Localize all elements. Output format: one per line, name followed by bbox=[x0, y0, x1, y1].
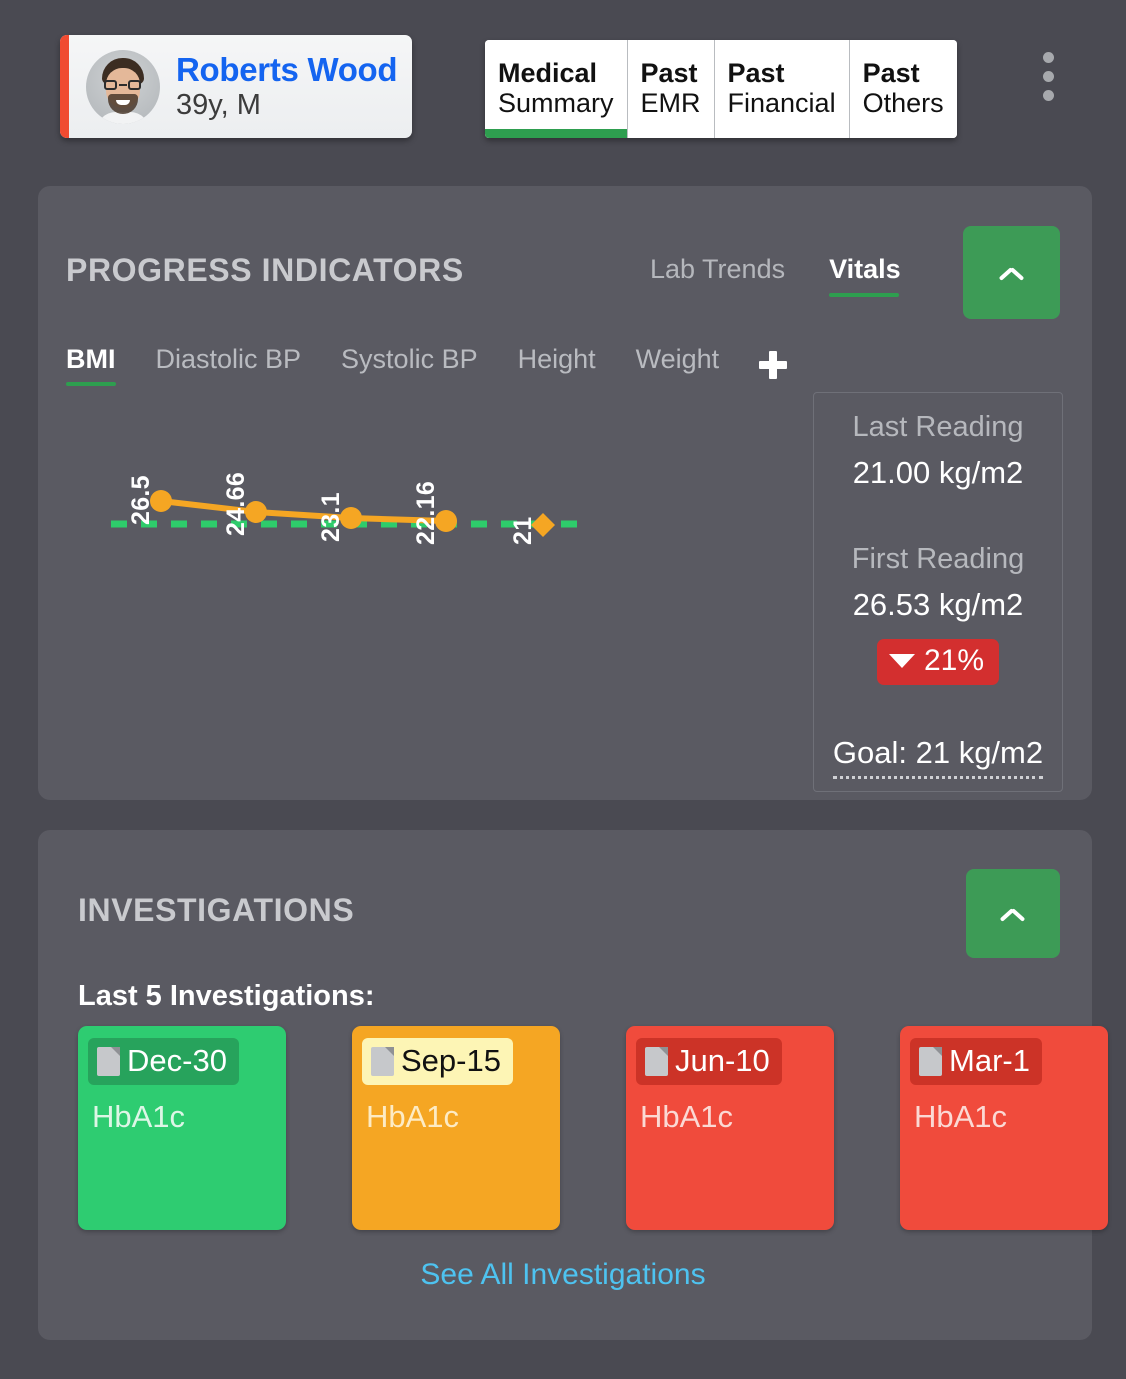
segment-lab-trends[interactable]: Lab Trends bbox=[650, 254, 785, 297]
patient-status-accent bbox=[60, 35, 69, 138]
investigation-date-pill: Jun-10 bbox=[636, 1038, 782, 1085]
progress-indicators-title: PROGRESS INDICATORS bbox=[66, 252, 464, 289]
document-icon bbox=[371, 1047, 394, 1076]
tab-past-emr[interactable]: Past EMR bbox=[628, 40, 715, 138]
first-reading-label: First Reading bbox=[852, 543, 1024, 576]
segment-vitals[interactable]: Vitals bbox=[829, 254, 901, 297]
investigations-title: INVESTIGATIONS bbox=[78, 892, 354, 929]
top-bar: Roberts Wood 39y, M Medical Summary Past… bbox=[0, 0, 1126, 160]
document-icon bbox=[97, 1047, 120, 1076]
avatar bbox=[86, 50, 160, 124]
last-investigations-label: Last 5 Investigations: bbox=[78, 980, 375, 1013]
tab-label-line1: Past bbox=[863, 58, 944, 88]
tab-past-others[interactable]: Past Others bbox=[850, 40, 957, 138]
investigation-card[interactable]: Jun-10 HbA1c bbox=[626, 1026, 834, 1230]
triangle-down-icon bbox=[889, 654, 915, 668]
tab-medical-summary[interactable]: Medical Summary bbox=[485, 40, 628, 138]
tab-label-line1: Medical bbox=[498, 58, 614, 88]
tab-label-line2: Financial bbox=[728, 88, 836, 118]
vital-tab-systolic-bp[interactable]: Systolic BP bbox=[341, 344, 478, 386]
investigation-card-list: Dec-30 HbA1c Sep-15 HbA1c Jun-10 HbA1c M… bbox=[78, 1026, 1108, 1230]
data-label-1: 26.5 bbox=[127, 475, 156, 525]
investigation-date-pill: Sep-15 bbox=[362, 1038, 513, 1085]
last-reading-value: 21.00 kg/m2 bbox=[853, 455, 1024, 491]
data-label-goal: 21 bbox=[509, 517, 538, 545]
data-label-3: 23.1 bbox=[317, 492, 346, 542]
see-all-investigations-link[interactable]: See All Investigations bbox=[0, 1258, 1126, 1292]
data-label-4: 22.16 bbox=[412, 481, 441, 545]
investigation-card[interactable]: Dec-30 HbA1c bbox=[78, 1026, 286, 1230]
patient-card[interactable]: Roberts Wood 39y, M bbox=[60, 35, 412, 138]
last-reading-label: Last Reading bbox=[853, 411, 1024, 444]
tab-label-line1: Past bbox=[728, 58, 836, 88]
tab-label-line2: EMR bbox=[641, 88, 701, 118]
investigation-date: Dec-30 bbox=[127, 1043, 227, 1079]
progress-collapse-button[interactable] bbox=[963, 226, 1060, 319]
chevron-up-icon bbox=[999, 266, 1025, 280]
vital-tab-bar: BMI Diastolic BP Systolic BP Height Weig… bbox=[66, 344, 787, 386]
document-icon bbox=[919, 1047, 942, 1076]
investigation-date: Jun-10 bbox=[675, 1043, 770, 1079]
goal-value: Goal: 21 kg/m2 bbox=[833, 735, 1043, 779]
document-icon bbox=[645, 1047, 668, 1076]
investigation-test-name: HbA1c bbox=[636, 1099, 824, 1135]
main-tab-bar: Medical Summary Past EMR Past Financial … bbox=[485, 40, 957, 138]
patient-info: Roberts Wood 39y, M bbox=[176, 53, 397, 120]
kebab-menu-icon[interactable] bbox=[1043, 52, 1054, 101]
vital-tab-diastolic-bp[interactable]: Diastolic BP bbox=[156, 344, 302, 386]
tab-label-line1: Past bbox=[641, 58, 701, 88]
investigation-card[interactable]: Sep-15 HbA1c bbox=[352, 1026, 560, 1230]
tab-label-line2: Others bbox=[863, 88, 944, 118]
investigation-test-name: HbA1c bbox=[910, 1099, 1098, 1135]
tab-label-line2: Summary bbox=[498, 88, 614, 118]
investigation-card[interactable]: Mar-1 HbA1c bbox=[900, 1026, 1108, 1230]
chevron-up-icon bbox=[1000, 907, 1026, 921]
investigation-date-pill: Dec-30 bbox=[88, 1038, 239, 1085]
delta-percent: 21% bbox=[924, 644, 984, 678]
investigation-test-name: HbA1c bbox=[88, 1099, 276, 1135]
vital-tab-height[interactable]: Height bbox=[518, 344, 596, 386]
bmi-trend-chart: 26.5 24.66 23.1 22.16 21 bbox=[66, 400, 766, 580]
patient-age-sex: 39y, M bbox=[176, 90, 397, 120]
investigation-date: Sep-15 bbox=[401, 1043, 501, 1079]
investigation-test-name: HbA1c bbox=[362, 1099, 550, 1135]
vital-tab-weight[interactable]: Weight bbox=[636, 344, 720, 386]
investigation-date: Mar-1 bbox=[949, 1043, 1030, 1079]
investigations-collapse-button[interactable] bbox=[966, 869, 1060, 958]
tab-past-financial[interactable]: Past Financial bbox=[715, 40, 850, 138]
first-reading-value: 26.53 kg/m2 bbox=[853, 587, 1024, 623]
bmi-trend-line bbox=[161, 501, 446, 521]
reading-summary-box: Last Reading 21.00 kg/m2 First Reading 2… bbox=[813, 392, 1063, 792]
investigation-date-pill: Mar-1 bbox=[910, 1038, 1042, 1085]
data-label-2: 24.66 bbox=[222, 472, 251, 536]
vital-tab-bmi[interactable]: BMI bbox=[66, 344, 116, 386]
progress-segment-tabs: Lab Trends Vitals bbox=[650, 254, 901, 297]
add-vital-plus-icon[interactable] bbox=[759, 351, 787, 379]
patient-name: Roberts Wood bbox=[176, 53, 397, 88]
status-badge: 21% bbox=[877, 639, 999, 685]
